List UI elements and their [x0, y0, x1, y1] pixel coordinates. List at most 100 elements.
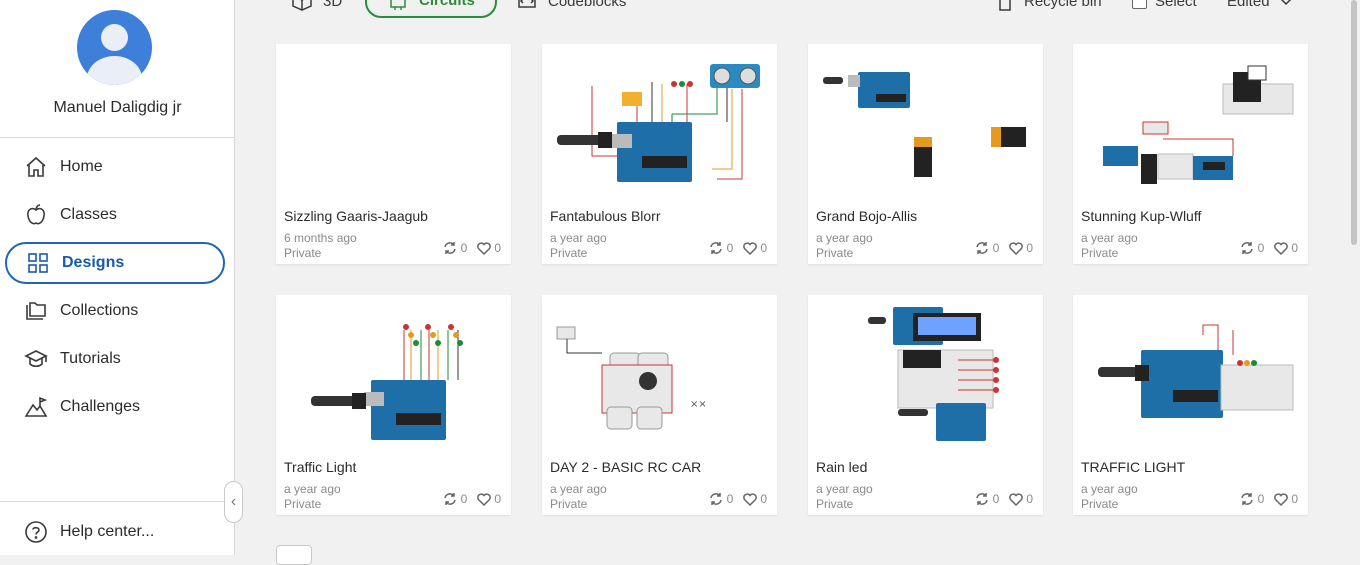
heart-icon[interactable]: [477, 241, 492, 255]
heart-icon[interactable]: [1274, 241, 1289, 255]
design-title[interactable]: Sizzling Gaaris-Jaagub: [284, 208, 428, 224]
user-name: Manuel Daligdig jr: [53, 99, 182, 116]
design-time: a year ago: [816, 231, 873, 245]
like-count: 0: [1291, 241, 1298, 255]
sidebar-item-designs[interactable]: Designs: [5, 242, 225, 284]
help-center-label: Help center...: [60, 523, 155, 540]
like-count: 0: [1026, 241, 1033, 255]
select-checkbox[interactable]: [1132, 0, 1147, 9]
design-privacy: Private: [550, 497, 588, 511]
sidebar-item-label: Home: [60, 158, 103, 175]
remix-count: 0: [992, 241, 1000, 255]
chevron-left-icon: ‹: [230, 493, 237, 510]
cube-icon: [292, 0, 312, 11]
sidebar-item-label: Collections: [60, 302, 139, 319]
remix-icon: [1240, 242, 1253, 254]
design-card[interactable]: Sizzling Gaaris-Jaagub 6 months ago Priv…: [276, 44, 511, 264]
design-thumbnail[interactable]: [808, 295, 1043, 450]
tab-circuits-label: Circuits: [419, 0, 475, 9]
design-card[interactable]: Traffic Light a year ago Private 0 0: [276, 295, 511, 515]
design-title[interactable]: Rain led: [816, 459, 867, 475]
design-privacy: Private: [284, 497, 322, 511]
remix-count: 0: [726, 492, 734, 506]
heart-icon[interactable]: [743, 492, 758, 506]
sidebar-item-home[interactable]: Home: [5, 146, 225, 188]
design-time: a year ago: [550, 231, 607, 245]
like-count: 0: [1026, 492, 1033, 506]
design-card[interactable]: Grand Bojo-Allis a year ago Private 0 0: [808, 44, 1043, 264]
remix-count: 0: [1257, 492, 1265, 506]
design-time: 6 months ago: [284, 231, 357, 245]
grid-icon: [25, 250, 51, 276]
remix-icon: [709, 242, 722, 254]
design-thumbnail[interactable]: [276, 295, 511, 450]
design-privacy: Private: [1081, 497, 1119, 511]
design-thumbnail[interactable]: [542, 44, 777, 199]
design-stats: 0 0: [442, 492, 501, 506]
design-title[interactable]: Traffic Light: [284, 459, 356, 475]
heart-icon[interactable]: [1274, 492, 1289, 506]
select-label: Select: [1155, 0, 1197, 10]
remix-icon: [443, 242, 456, 254]
designs-toolbar: 3D Circuits Codeblocks Recycle bin Selec…: [236, 0, 1346, 18]
design-title[interactable]: Fantabulous Blorr: [550, 208, 661, 224]
tab-3d[interactable]: 3D: [291, 0, 342, 16]
design-thumbnail[interactable]: [276, 44, 511, 199]
design-card[interactable]: Fantabulous Blorr a year ago Private 0 0: [542, 44, 777, 264]
design-title[interactable]: Stunning Kup-Wluff: [1081, 208, 1201, 224]
design-card[interactable]: TRAFFIC LIGHT a year ago Private 0 0: [1073, 295, 1308, 515]
design-title[interactable]: Grand Bojo-Allis: [816, 208, 917, 224]
heart-icon[interactable]: [743, 241, 758, 255]
help-center-link[interactable]: Help center...: [5, 511, 225, 553]
design-card[interactable]: Stunning Kup-Wluff a year ago Private 0 …: [1073, 44, 1308, 264]
design-title[interactable]: DAY 2 - BASIC RC CAR: [550, 459, 701, 475]
sidebar-item-classes[interactable]: Classes: [5, 194, 225, 236]
design-privacy: Private: [1081, 246, 1119, 260]
remix-icon: [1240, 493, 1253, 505]
design-stats: 0 0: [974, 241, 1033, 255]
tab-circuits[interactable]: Circuits: [365, 0, 497, 18]
tab-codeblocks[interactable]: Codeblocks: [516, 0, 626, 16]
graduation-cap-icon: [23, 346, 49, 372]
design-stats: 0 0: [1239, 492, 1298, 506]
select-toggle[interactable]: Select: [1132, 0, 1197, 16]
scrollbar-thumb[interactable]: [1351, 0, 1357, 245]
remix-count: 0: [1257, 241, 1265, 255]
sidebar-divider: [0, 137, 235, 138]
sidebar-divider: [0, 501, 235, 502]
scrollbar[interactable]: [1347, 0, 1360, 555]
heart-icon[interactable]: [477, 492, 492, 506]
design-card[interactable]: ×× DAY 2 - BASIC RC CAR a year ago Priva…: [542, 295, 777, 515]
design-thumbnail[interactable]: ××: [542, 295, 777, 450]
mountain-flag-icon: [23, 394, 49, 420]
sidebar-item-tutorials[interactable]: Tutorials: [5, 338, 225, 380]
sidebar-collapse-button[interactable]: ‹: [224, 481, 243, 523]
heart-icon[interactable]: [1009, 241, 1024, 255]
design-stats: 0 0: [708, 492, 767, 506]
heart-icon[interactable]: [1009, 492, 1024, 506]
remix-icon: [975, 493, 988, 505]
sidebar-item-collections[interactable]: Collections: [5, 290, 225, 332]
codeblocks-icon: [518, 0, 536, 8]
like-count: 0: [494, 241, 501, 255]
avatar[interactable]: [77, 10, 152, 85]
design-title[interactable]: TRAFFIC LIGHT: [1081, 459, 1185, 475]
like-count: 0: [760, 241, 767, 255]
apple-icon: [23, 202, 49, 228]
sort-dropdown[interactable]: Edited: [1227, 0, 1294, 16]
recycle-bin-label: Recycle bin: [1024, 0, 1102, 10]
design-thumbnail[interactable]: [1073, 295, 1308, 450]
design-time: a year ago: [284, 482, 341, 496]
design-time: a year ago: [816, 482, 873, 496]
sidebar: Manuel Daligdig jr Home Classes Designs …: [0, 0, 235, 555]
load-more-button[interactable]: [276, 545, 312, 565]
design-thumbnail[interactable]: [808, 44, 1043, 199]
design-card[interactable]: Rain led a year ago Private 0 0: [808, 295, 1043, 515]
sidebar-item-challenges[interactable]: Challenges: [5, 386, 225, 428]
design-thumbnail[interactable]: [1073, 44, 1308, 199]
trash-icon: [999, 0, 1011, 11]
recycle-bin-button[interactable]: Recycle bin: [996, 0, 1102, 16]
remix-icon: [443, 493, 456, 505]
circuit-icon: [390, 0, 406, 10]
remix-count: 0: [726, 241, 734, 255]
